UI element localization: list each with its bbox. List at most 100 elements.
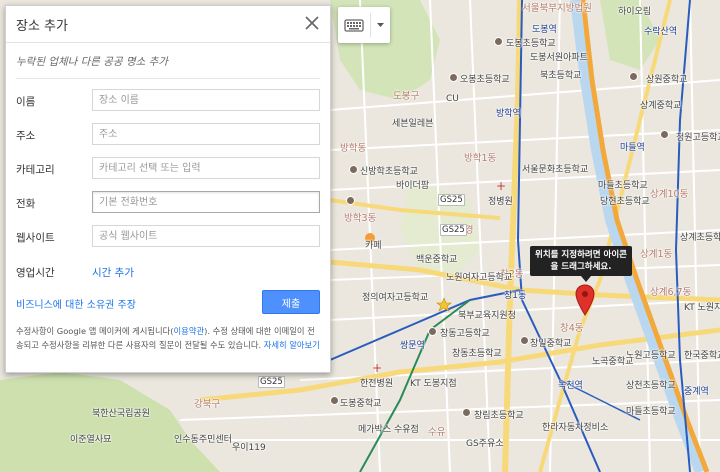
map-label: 방학동 (340, 143, 367, 154)
map-label: 우이119 (232, 443, 266, 453)
drag-hint-tooltip: 위치를 지정하려면 아이콘 을 드래그하세요. (530, 246, 632, 276)
poi-dot[interactable] (629, 72, 638, 81)
map-label: 상계초등학교 (680, 233, 720, 243)
close-icon (305, 16, 319, 30)
hours-label: 영업시간 (16, 267, 55, 279)
keyboard-icon (344, 19, 364, 32)
category-label: 카테고리 (16, 164, 55, 176)
map-label: 한국중학교 (684, 351, 720, 361)
map-label: 녹천역 (558, 381, 583, 391)
add-hours-link[interactable]: 시간 추가 (92, 265, 134, 280)
panel-title: 장소 추가 (16, 19, 68, 34)
map-label: 세븐일레븐 (392, 119, 434, 129)
map-label: 이준열사묘 (70, 435, 112, 445)
maker-notice: 수정사항이 Google 맵 메이커에 게시됩니다(이용약관). 수정 상태에 … (16, 324, 322, 352)
map-label: 정병원 (488, 197, 513, 207)
map-label: 방학3동 (344, 213, 377, 224)
map-label: 중계역 (684, 387, 709, 397)
poi-dot[interactable] (494, 37, 503, 46)
map-label: 한전병원 (360, 379, 394, 389)
map-label: 도봉서원아파트 (530, 53, 588, 63)
map-label: 노원고등학교 (626, 351, 676, 361)
map-label: 바이더팜 (396, 181, 430, 191)
poi-dot[interactable] (462, 408, 471, 417)
location-pin-icon[interactable] (575, 284, 595, 316)
address-input[interactable] (92, 123, 320, 145)
map-label: KT 노원지점 (684, 303, 720, 313)
map-label: 정의여자고등학교 (362, 293, 429, 303)
map-label: 상계10동 (650, 189, 689, 200)
website-label: 웹사이트 (16, 232, 55, 244)
map-label: CU (446, 94, 459, 104)
map-label: GS25 (438, 194, 465, 206)
map-label: 상원중학교 (646, 75, 688, 85)
map-label: 상계중학교 (640, 101, 682, 111)
map-label: 북초등학교 (540, 71, 582, 81)
map-label: 도봉중학교 (340, 399, 382, 409)
map-label: 상계6,7동 (650, 287, 692, 298)
map-label: 메가박스 수유점 (358, 425, 419, 435)
map-label: 서울문화초등학교 (522, 165, 589, 175)
map-label: 창동고등학교 (440, 329, 490, 339)
name-label: 이름 (16, 96, 36, 108)
map-label: 창1동 (504, 291, 527, 301)
learn-more-link[interactable]: 자세히 알아보기 (264, 340, 320, 350)
panel-header: 장소 추가 (6, 6, 330, 43)
map-label: 하이오림 (618, 7, 652, 17)
map-label: GS25 (440, 224, 467, 236)
panel-subtitle: 누락된 업체나 다른 공공 명소 추가 (16, 56, 168, 68)
poi-dot[interactable] (349, 165, 358, 174)
terms-link[interactable]: 이용약관 (174, 326, 205, 336)
map-label: 북한산국립공원 (92, 409, 150, 419)
hospital-icon: + (372, 361, 382, 375)
map-label: 마들초등학교 (598, 181, 648, 191)
notice-text: 수정사항이 Google 맵 메이커에 게시됩니다( (16, 326, 174, 336)
keyboard-button[interactable] (338, 7, 370, 43)
map-label: 도봉역 (532, 25, 557, 35)
map-label: 노원여자고등학교 (446, 273, 513, 283)
map-label: 한라자동차정비소 (542, 423, 609, 433)
hospital-icon: + (496, 179, 506, 193)
map-label: 카페 (365, 241, 382, 251)
poi-dot[interactable] (660, 130, 669, 139)
close-button[interactable] (302, 13, 322, 33)
category-input[interactable] (92, 157, 320, 179)
map-label: 도봉구 (393, 91, 420, 102)
add-place-panel: 장소 추가 누락된 업체나 다른 공공 명소 추가 이름 주소 카테고리 전화 … (5, 5, 331, 373)
map-label: 창4동 (560, 323, 584, 334)
map-label: 백운중학교 (416, 255, 458, 265)
map-label: 상계1동 (640, 249, 673, 260)
submit-button[interactable]: 제출 (262, 290, 320, 314)
poi-dot[interactable] (330, 396, 339, 405)
map-label: 쌍문역 (400, 341, 425, 351)
input-tools-control (338, 7, 390, 43)
phone-input[interactable] (92, 191, 320, 213)
map-label: 노곡중학교 (592, 357, 634, 367)
phone-label: 전화 (16, 198, 36, 210)
map-label: 도봉초등학교 (506, 39, 556, 49)
map-label: 창림초등학교 (474, 411, 524, 421)
map-label: 방학역 (496, 109, 521, 119)
poi-dot[interactable] (449, 73, 458, 82)
divider (16, 78, 320, 79)
website-input[interactable] (92, 225, 320, 247)
address-label: 주소 (16, 130, 36, 142)
map-label: 오봉초등학교 (460, 75, 510, 85)
map-label: 신방학초등학교 (360, 167, 418, 177)
map-label: GS주유소 (466, 439, 504, 449)
poi-dot[interactable] (520, 336, 529, 345)
map-label: 수유 (428, 427, 446, 438)
poi-dot[interactable] (346, 196, 355, 205)
name-input[interactable] (92, 89, 320, 111)
map-label: 강북구 (194, 399, 221, 410)
map-label: GS25 (258, 376, 285, 388)
poi-dot[interactable] (428, 327, 437, 336)
map-label: 당현초등학교 (600, 197, 650, 207)
map-label: KT 도봉지점 (410, 379, 457, 389)
claim-business-link[interactable]: 비즈니스에 대한 소유권 주장 (16, 296, 136, 311)
map-label: 방학1동 (464, 153, 497, 164)
map-label: 청원고등학교 (676, 133, 720, 143)
map-label: 상천초등학교 (626, 381, 676, 391)
keyboard-dropdown-button[interactable] (371, 7, 390, 43)
tooltip-line1: 위치를 지정하려면 아이콘 (535, 250, 627, 260)
